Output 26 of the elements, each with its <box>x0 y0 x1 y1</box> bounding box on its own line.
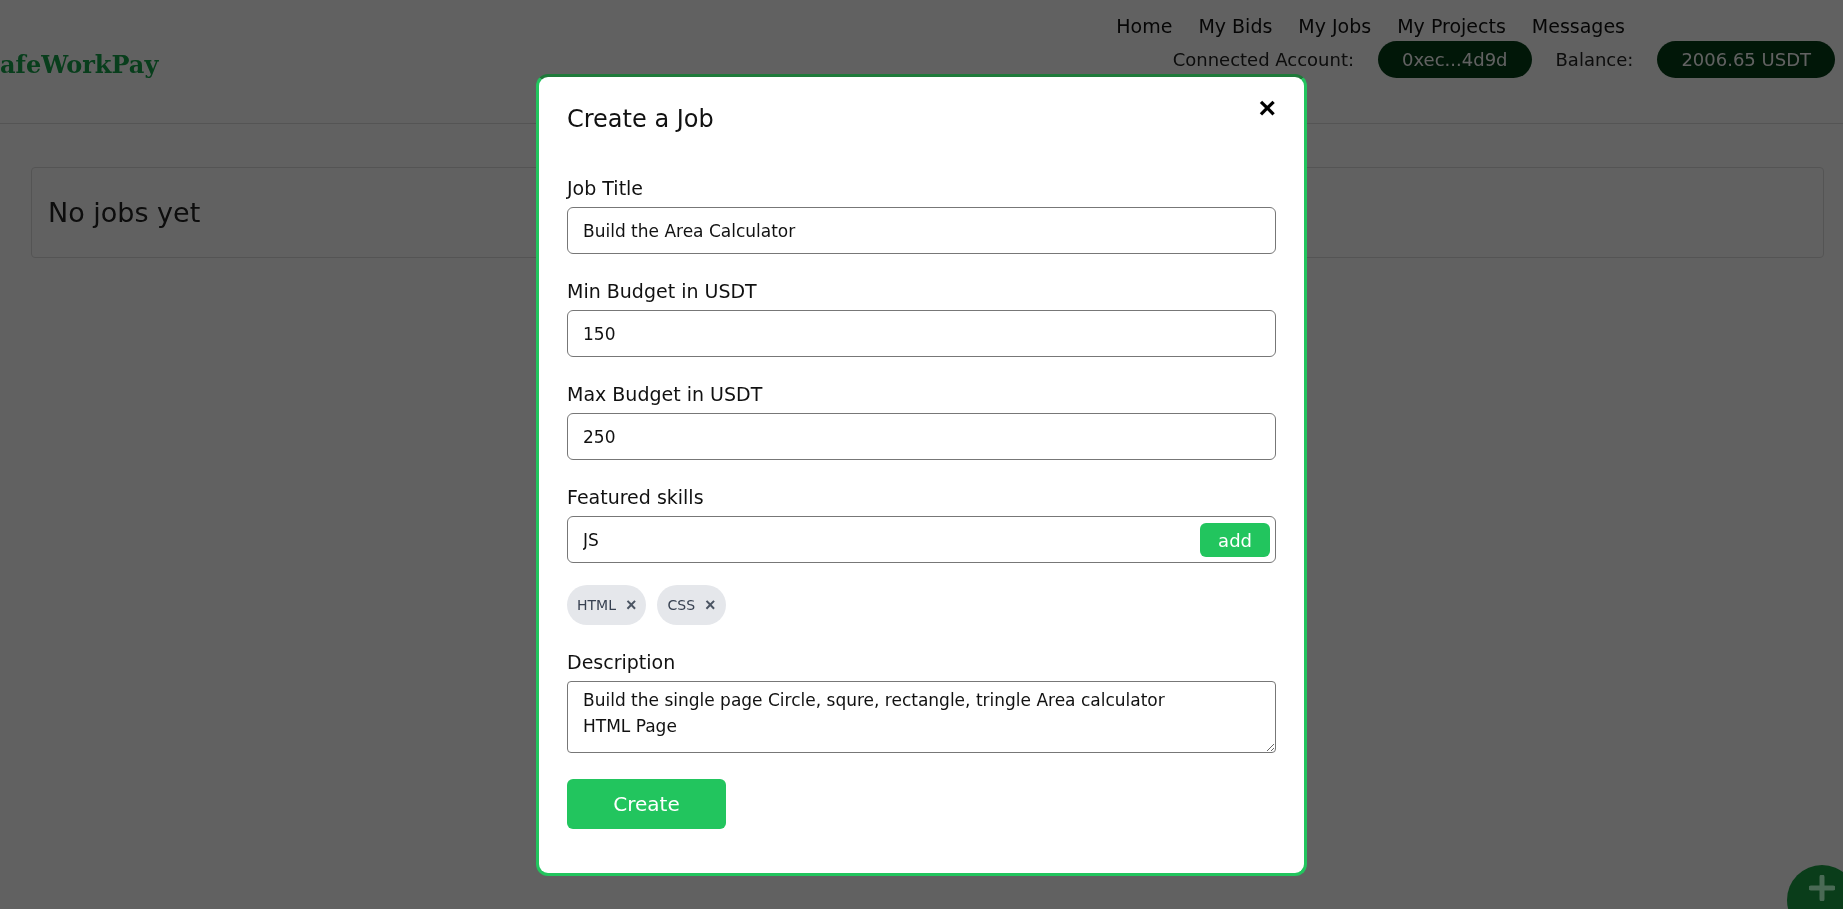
plus-icon <box>1809 875 1835 901</box>
field-label: Min Budget in USDT <box>567 280 758 302</box>
field-label: Job Title <box>567 177 645 199</box>
nav-link[interactable]: Home <box>1116 15 1173 37</box>
field-label: Description <box>567 651 677 673</box>
input-field[interactable]: 250 <box>567 413 1276 460</box>
description-field[interactable]: Build the single page Circle, squre, rectangle, tringle Area calculator HTML Page <box>567 681 1276 753</box>
dialog-title: Create a Job <box>567 105 714 133</box>
tag-label: HTML <box>577 597 616 613</box>
nav-link[interactable]: My Jobs <box>1298 15 1372 37</box>
account-badge: 0xec...4d9d <box>1378 41 1532 78</box>
field-label: Featured skills <box>567 486 705 508</box>
input-field[interactable]: Build the Area Calculator <box>567 207 1276 254</box>
account-label: Connected Account: <box>1172 49 1355 70</box>
balance-badge: 2006.65 USDT <box>1657 41 1835 78</box>
nav-link[interactable]: My Bids <box>1198 15 1273 37</box>
input-field[interactable]: 150 <box>567 310 1276 357</box>
remove-button[interactable]: × <box>625 594 637 616</box>
balance-label: Balance: <box>1555 49 1634 70</box>
close-button[interactable]: × <box>1258 93 1276 123</box>
remove-button[interactable]: × <box>705 594 716 616</box>
field-label: Max Budget in USDT <box>567 383 764 405</box>
nav-link[interactable]: My Projects <box>1397 15 1506 37</box>
nav-link[interactable]: Messages <box>1531 15 1625 37</box>
empty-message: No jobs yet <box>48 197 201 228</box>
tag-label: CSS <box>667 597 696 613</box>
